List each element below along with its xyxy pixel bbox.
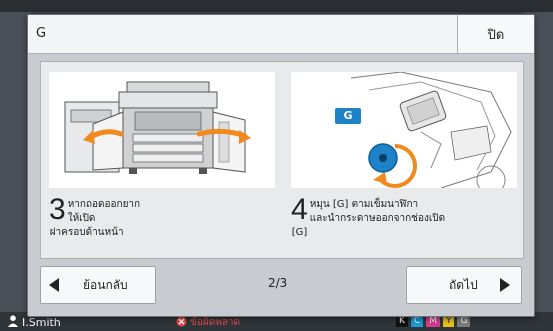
error-icon (176, 316, 187, 330)
status-error[interactable]: ข้อผิดพลาด (176, 315, 240, 330)
step-text-line: หมุน [G] ตามเข็มนาฬิกา (309, 199, 419, 210)
step-text-line: ให้เปิด (67, 213, 96, 224)
step-text-line: หากถอดออกยาก (67, 199, 141, 210)
arrow-right-icon (499, 278, 510, 292)
step-text-line: [G] (291, 227, 308, 238)
next-label: ถัดไป (449, 277, 478, 292)
user-icon (8, 315, 18, 330)
step-caption: 4 หมุน [G] ตามเข็มนาฬิกา และนำกระดาษออกจ… (291, 195, 517, 240)
g-badge: G (343, 109, 353, 122)
step-text-line: ฝาครอบด้านหน้า (49, 227, 124, 238)
step-4: G 4 หมุน [G] ตามเข็มนาฬิกา และนำกระดาษออ… (291, 72, 517, 240)
printer-front-cover-illustration (49, 72, 275, 188)
status-user: I.Smith (8, 315, 61, 330)
back-button[interactable]: ย้อนกลับ (40, 266, 156, 304)
knob-g-illustration: G (291, 72, 517, 188)
dialog-header: G ปิด (28, 15, 534, 54)
user-name: I.Smith (22, 316, 61, 329)
background-topbar (0, 0, 553, 12)
step-text-line: และนำกระดาษออกจากช่องเปิด (309, 213, 446, 224)
arrow-left-icon (49, 278, 59, 292)
back-label: ย้อนกลับ (83, 277, 128, 292)
next-button[interactable]: ถัดไป (406, 266, 522, 304)
dialog-title: G (36, 26, 47, 41)
step-text: หากถอดออกยาก ให้เปิด ฝาครอบด้านหน้า (50, 196, 141, 240)
error-label: ข้อผิดพลาด (190, 317, 241, 328)
step-text: หมุน [G] ตามเข็มนาฬิกา และนำกระดาษออกจาก… (292, 196, 446, 240)
close-button[interactable]: ปิด (457, 15, 534, 53)
step-3: 3 หากถอดออกยาก ให้เปิด ฝาครอบด้านหน้า (49, 72, 275, 240)
steps-panel: 3 หากถอดออกยาก ให้เปิด ฝาครอบด้านหน้า G … (40, 61, 524, 259)
page-indicator: 2/3 (268, 276, 288, 290)
help-dialog: G ปิด 3 หากถอดออกยาก ให้เปิด ฝาครอบด้านห… (27, 14, 535, 317)
dialog-footer: ย้อนกลับ 2/3 ถัดไป (40, 266, 522, 306)
step-caption: 3 หากถอดออกยาก ให้เปิด ฝาครอบด้านหน้า (49, 195, 275, 240)
